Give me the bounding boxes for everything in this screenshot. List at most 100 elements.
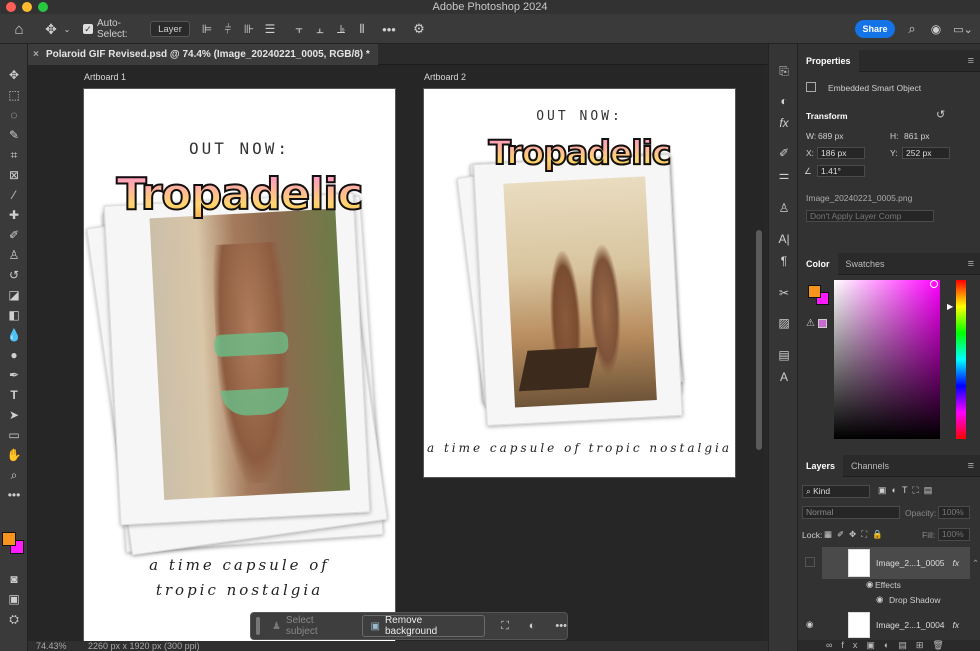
share-for-review-icon[interactable]: ⛭ [3,610,25,628]
y-position-field[interactable]: 252 px [902,147,950,159]
quick-selection-tool-icon[interactable]: ✎ [3,126,25,144]
angle-field[interactable]: 1.41° [817,165,865,177]
lock-icons[interactable]: ▦✐✥⛶🔒 [824,529,888,540]
hue-slider[interactable] [956,280,966,439]
properties-tab[interactable]: Properties [798,49,859,72]
healing-brush-tool-icon[interactable]: ✚ [3,206,25,224]
color-panel-menu-icon[interactable]: ≡ [968,258,974,270]
layer-expand-icon[interactable]: ⌃ [972,558,979,569]
frame-tool-icon[interactable]: ⊠ [3,166,25,184]
layers-panel-footer-icons[interactable]: ∞fx▣◐▤⊞🗑 [798,640,980,651]
eyedropper-tool-icon[interactable]: ⁄ [3,186,25,204]
x-position-field[interactable]: 186 px [817,147,865,159]
layers-tab[interactable]: Layers [798,454,844,477]
height-value[interactable]: 861 px [904,131,930,141]
align-right-icon[interactable]: ⊪ [242,14,256,44]
tool-preset-chevron-icon[interactable]: ⌄ [62,14,72,44]
reset-transform-icon[interactable]: ↺ [936,108,945,121]
layer-2-visibility-icon[interactable]: ◉ [806,619,813,630]
workspace-icon[interactable]: ▭⌄ [953,14,973,44]
select-subject-button[interactable]: Select subject [286,615,348,637]
layer-2-name[interactable]: Image_2...1_0004 [876,620,945,630]
align-middle-icon[interactable]: ⫠ [313,14,327,44]
distribute-icon[interactable]: ☰ [263,14,277,44]
type-tool-icon[interactable]: T [3,386,25,404]
color-picker-cursor[interactable] [930,280,938,288]
distribute-vertical-icon[interactable]: ⦀ [355,14,369,44]
marquee-tool-icon[interactable]: ⬚ [3,86,25,104]
hue-slider-handle-icon[interactable]: ▶ [947,302,953,311]
drag-handle[interactable] [256,617,260,635]
channels-tab[interactable]: Channels [843,455,897,477]
artboard-1[interactable]: OUT NOW: Tropadelic a time capsule of tr… [83,88,396,648]
gamut-color-swatch[interactable] [818,319,827,328]
adjustment-icon[interactable]: ◐ [529,620,536,632]
align-bottom-icon[interactable]: ⫡ [334,14,348,44]
artboard-1-label[interactable]: Artboard 1 [84,72,126,82]
tool-presets-icon[interactable]: ✂ [774,284,794,302]
auto-select-checkbox[interactable]: ✓ [82,14,94,44]
share-button[interactable]: Share [855,20,895,38]
styles-icon[interactable]: fx [774,114,794,132]
paragraph-icon[interactable]: ¶ [774,252,794,270]
libraries-icon[interactable]: ▨ [774,314,794,332]
transform-icon[interactable]: ⛶ [501,620,509,633]
document-tab[interactable]: × Polaroid GIF Revised.psd @ 74.4% (Imag… [28,44,378,65]
remove-background-button[interactable]: ▣ Remove background [361,615,486,637]
auto-select-dropdown[interactable]: Layer [150,21,190,37]
align-left-icon[interactable]: ⊫ [200,14,214,44]
close-window-button[interactable] [6,2,16,12]
glyphs-icon[interactable]: ▤ [774,346,794,364]
layer-fx-icon[interactable]: fx [953,558,960,568]
zoom-level[interactable]: 74.43% [36,641,67,651]
pen-tool-icon[interactable]: ✒ [3,366,25,384]
artboard-2-label[interactable]: Artboard 2 [424,72,466,82]
brush-settings-icon[interactable]: ⚌ [774,166,794,184]
path-selection-tool-icon[interactable]: ➤ [3,406,25,424]
panel-menu-icon[interactable]: ≡ [968,55,974,67]
clone-stamp-tool-icon[interactable]: ♙ [3,246,25,264]
zoom-window-button[interactable] [38,2,48,12]
history-brush-tool-icon[interactable]: ↺ [3,266,25,284]
opacity-field[interactable]: 100% [938,506,970,519]
gamut-warning-icon[interactable]: ⚠ [806,318,815,329]
layers-panel-menu-icon[interactable]: ≡ [968,460,974,472]
color-foreground-swatch[interactable] [808,285,821,298]
discover-icon[interactable]: ◉ [928,14,944,44]
layer-row[interactable]: Image_2...1_0004 fx [822,610,970,640]
more-options-icon[interactable]: ••• [380,14,398,44]
canvas-vertical-scrollbar[interactable] [756,230,762,450]
layer-row-selected[interactable]: Image_2...1_0005 fx [822,547,970,579]
align-top-icon[interactable]: ⫟ [292,14,306,44]
layer-comp-dropdown[interactable]: Don't Apply Layer Comp [806,210,934,222]
character-styles-icon[interactable]: A [774,368,794,386]
layer-filter-icons[interactable]: ▣◐T⛶▤ [878,485,937,496]
drop-shadow-visibility-icon[interactable]: ◉ [876,594,883,605]
eraser-tool-icon[interactable]: ◪ [3,286,25,304]
swatches-tab[interactable]: Swatches [838,253,893,275]
move-tool-icon[interactable]: ✥ [3,66,25,84]
color-field[interactable] [834,280,940,439]
layer-visibility-toggle-empty[interactable] [805,557,815,567]
close-tab-icon[interactable]: × [33,44,39,65]
character-icon[interactable]: A| [774,230,794,248]
clone-source-icon[interactable]: ♙ [774,199,794,217]
lasso-tool-icon[interactable]: ◌ [3,106,25,124]
effects-visibility-icon[interactable]: ◉ [866,579,873,590]
move-tool-icon[interactable]: ✥ [42,14,60,44]
color-tab[interactable]: Color [798,252,838,275]
brush-tool-icon[interactable]: ✐ [3,226,25,244]
layer-2-fx-icon[interactable]: fx [953,620,960,630]
brushes-icon[interactable]: ✐ [774,144,794,162]
artboard-2[interactable]: OUT NOW: Tropadelic a time capsule of tr… [423,88,736,478]
dodge-tool-icon[interactable]: ● [3,346,25,364]
gradient-tool-icon[interactable]: ◧ [3,306,25,324]
blend-mode-dropdown[interactable]: Normal [802,506,900,519]
more-options-icon[interactable]: ••• [555,620,567,632]
layer-name[interactable]: Image_2...1_0005 [876,558,945,568]
crop-tool-icon[interactable]: ⌗ [3,146,25,164]
rectangle-tool-icon[interactable]: ▭ [3,426,25,444]
zoom-tool-icon[interactable]: ⌕ [3,466,25,484]
quick-mask-icon[interactable]: ◙ [3,570,25,588]
align-center-icon[interactable]: ⫩ [221,14,235,44]
